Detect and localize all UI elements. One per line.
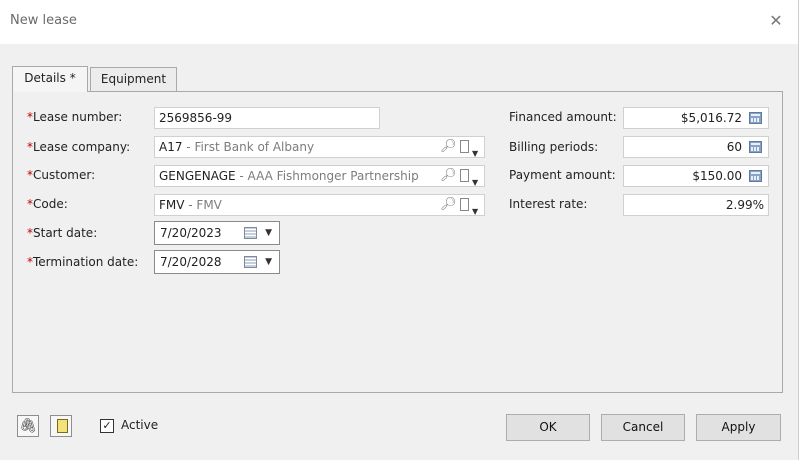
code-label: *Code:	[27, 197, 68, 211]
customer-label: *Customer:	[27, 168, 96, 182]
start-date-label: *Start date:	[27, 226, 98, 240]
active-checkbox[interactable]: ✓	[100, 419, 114, 433]
customer-desc: - AAA Fishmonger Partnership	[235, 169, 419, 183]
ok-button[interactable]: OK	[506, 414, 590, 441]
billing-periods-input[interactable]: 60	[623, 136, 769, 158]
dialog-title: New lease	[10, 13, 77, 28]
page-menu-icon[interactable]: ▼	[460, 198, 480, 215]
code-value: FMV	[159, 198, 185, 212]
page-menu-icon[interactable]: ▼	[460, 169, 480, 186]
termination-date-picker[interactable]: 7/20/2028 ▼	[154, 250, 280, 274]
lease-company-label: *Lease company:	[27, 140, 131, 154]
chevron-down-icon[interactable]: ▼	[265, 222, 272, 244]
calculator-icon[interactable]	[749, 170, 762, 182]
close-icon[interactable]: ✕	[766, 12, 786, 32]
apply-button[interactable]: Apply	[696, 414, 781, 441]
termination-date-label: *Termination date:	[27, 255, 139, 269]
financed-amount-input[interactable]: $5,016.72	[623, 107, 769, 129]
paperclip-icon[interactable]: 🖇︎	[17, 415, 39, 437]
calculator-icon[interactable]	[749, 141, 762, 153]
tab-equipment[interactable]: Equipment	[90, 67, 177, 91]
code-input[interactable]: FMV - FMV 🔎︎ ▼	[154, 194, 485, 216]
tab-details[interactable]: Details *	[12, 66, 88, 92]
magnifier-icon[interactable]: 🔎︎	[440, 139, 457, 155]
active-label: Active	[121, 418, 159, 432]
lease-company-desc: - First Bank of Albany	[182, 140, 315, 154]
lease-company-code: A17	[159, 140, 183, 154]
code-desc: - FMV	[184, 198, 222, 212]
customer-input[interactable]: GENGENAGE - AAA Fishmonger Partnership 🔎…	[154, 165, 485, 187]
interest-rate-label: Interest rate:	[509, 197, 588, 211]
calendar-icon[interactable]	[244, 227, 257, 239]
document-icon[interactable]	[50, 415, 72, 437]
calculator-icon[interactable]	[749, 112, 762, 124]
lease-number-label: *Lease number:	[27, 110, 123, 124]
magnifier-icon[interactable]: 🔎︎	[440, 197, 457, 213]
title-bar: New lease ✕	[0, 0, 798, 44]
billing-periods-label: Billing periods:	[509, 140, 599, 154]
financed-amount-label: Financed amount:	[509, 110, 617, 124]
cancel-button[interactable]: Cancel	[601, 414, 685, 441]
payment-amount-label: Payment amount:	[509, 168, 616, 182]
lease-number-input[interactable]: 2569856-99	[154, 107, 380, 129]
termination-date-value: 7/20/2028	[160, 255, 222, 269]
start-date-picker[interactable]: 7/20/2023 ▼	[154, 221, 280, 245]
interest-rate-input[interactable]: 2.99%	[623, 194, 769, 216]
new-lease-dialog: New lease ✕ Details * Equipment *Lease n…	[0, 0, 799, 460]
lease-company-input[interactable]: A17 - First Bank of Albany 🔎︎ ▼	[154, 136, 485, 158]
start-date-value: 7/20/2023	[160, 226, 222, 240]
calendar-icon[interactable]	[244, 256, 257, 268]
magnifier-icon[interactable]: 🔎︎	[440, 168, 457, 184]
customer-code: GENGENAGE	[159, 169, 236, 183]
payment-amount-input[interactable]: $150.00	[623, 165, 769, 187]
page-menu-icon[interactable]: ▼	[460, 140, 480, 157]
chevron-down-icon[interactable]: ▼	[265, 251, 272, 273]
